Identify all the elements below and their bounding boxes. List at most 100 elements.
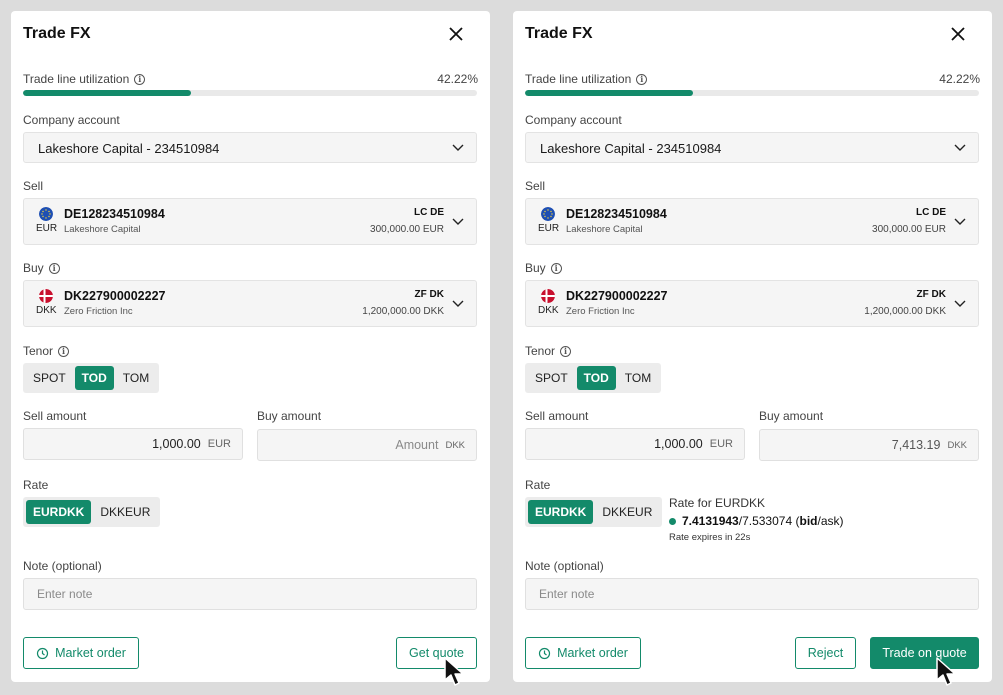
company-account-select[interactable]: Lakeshore Capital - 234510984 <box>23 132 477 163</box>
buy-amount-value: 7,413.19 <box>891 438 941 452</box>
rate-direction-toggle: EURDKK DKKEUR <box>23 497 161 527</box>
sell-amount-label: Sell amount <box>23 409 87 423</box>
rate-quote-line: 7.4131943/7.533074 (bid/ask) <box>669 514 844 528</box>
buy-currency: DKK <box>538 305 559 316</box>
buy-amount-input[interactable]: Amount DKK <box>257 429 477 461</box>
ask-label: /ask) <box>817 514 844 528</box>
utilization-progress-bar <box>525 90 979 96</box>
trade-fx-panel-quoted: Trade FX Trade line utilization i 42.22%… <box>513 11 992 686</box>
rate-quote-title: Rate for EURDKK <box>669 496 766 510</box>
buy-label-text: Buy <box>525 261 546 275</box>
buy-account-select[interactable]: DK227900002227 DKK Zero Friction Inc ZF … <box>525 280 979 327</box>
sell-amount-unit: EUR <box>207 438 231 450</box>
rate-expiry-text: Rate expires in 22s <box>669 532 751 543</box>
buy-amount-unit: DKK <box>445 439 465 451</box>
buy-amount-placeholder: Amount <box>395 438 439 452</box>
sell-amount-unit: EUR <box>709 438 733 450</box>
trade-fx-panel-initial: Trade FX Trade line utilization i 42.22%… <box>11 11 490 686</box>
sell-account-number: DE128234510984 <box>64 207 165 221</box>
eu-flag-icon <box>541 207 555 221</box>
market-order-button[interactable]: Market order <box>525 637 641 669</box>
buy-account-number: DK227900002227 <box>64 289 166 303</box>
buy-label: Buy i <box>525 261 562 275</box>
chevron-down-icon <box>954 144 966 151</box>
sell-account-holder: Lakeshore Capital <box>64 224 141 235</box>
tenor-label: Tenor i <box>525 344 572 358</box>
note-input[interactable]: Enter note <box>23 578 477 610</box>
company-account-select[interactable]: Lakeshore Capital - 234510984 <box>525 132 979 163</box>
dk-flag-icon <box>39 289 53 303</box>
tenor-label: Tenor i <box>23 344 70 358</box>
buy-account-select[interactable]: DK227900002227 DKK Zero Friction Inc ZF … <box>23 280 477 327</box>
sell-amount-value: 1,000.00 <box>152 437 201 451</box>
bid-label: bid <box>799 514 818 528</box>
sell-amount-input[interactable]: 1,000.00 EUR <box>525 428 745 460</box>
sell-currency: EUR <box>36 223 58 234</box>
utilization-label: Trade line utilization i <box>23 72 146 86</box>
market-order-label: Market order <box>55 646 126 660</box>
utilization-progress-fill <box>525 90 693 96</box>
buy-account-code: ZF DK <box>414 289 444 300</box>
tenor-option-tod[interactable]: TOD <box>576 366 616 390</box>
tenor-option-tom[interactable]: TOM <box>618 366 658 390</box>
rate-direction-toggle: EURDKK DKKEUR <box>525 497 663 527</box>
market-order-icon <box>36 647 49 659</box>
rate-quote-values: 7.4131943/7.533074 (bid/ask) <box>682 514 844 528</box>
sell-amount-input[interactable]: 1,000.00 EUR <box>23 428 243 460</box>
info-icon[interactable]: i <box>134 73 146 85</box>
sell-account-select[interactable]: DE128234510984 EUR Lakeshore Capital LC … <box>23 198 477 245</box>
info-icon[interactable]: i <box>48 262 60 274</box>
utilization-label: Trade line utilization i <box>525 72 648 86</box>
tenor-label-text: Tenor <box>23 344 54 358</box>
chevron-down-icon <box>452 218 464 225</box>
sell-account-code: LC DE <box>414 207 444 218</box>
tenor-toggle: SPOT TOD TOM <box>23 363 160 393</box>
rate-option-eurdkk[interactable]: EURDKK <box>528 500 594 524</box>
utilization-value: 42.22% <box>939 72 980 86</box>
buy-account-balance: 1,200,000.00 DKK <box>362 306 444 317</box>
chevron-down-icon <box>954 300 966 307</box>
sell-account-holder: Lakeshore Capital <box>566 224 643 235</box>
info-icon[interactable]: i <box>636 73 648 85</box>
reject-button[interactable]: Reject <box>795 637 856 669</box>
tenor-option-spot[interactable]: SPOT <box>26 366 73 390</box>
rate-label: Rate <box>525 478 551 492</box>
utilization-progress-bar <box>23 90 477 96</box>
utilization-label-text: Trade line utilization <box>525 72 632 86</box>
info-icon[interactable]: i <box>550 262 562 274</box>
utilization-value: 42.22% <box>437 72 478 86</box>
sell-label: Sell <box>525 179 546 193</box>
buy-account-holder: Zero Friction Inc <box>566 306 635 317</box>
close-icon[interactable] <box>447 25 465 43</box>
utilization-progress-fill <box>23 90 191 96</box>
sell-account-number: DE128234510984 <box>566 207 667 221</box>
buy-account-code: ZF DK <box>916 289 946 300</box>
rate-option-dkkeur[interactable]: DKKEUR <box>595 500 659 524</box>
dk-flag-icon <box>541 289 555 303</box>
sell-account-select[interactable]: DE128234510984 EUR Lakeshore Capital LC … <box>525 198 979 245</box>
company-account-label: Company account <box>23 113 120 127</box>
buy-label: Buy i <box>23 261 60 275</box>
rate-option-dkkeur[interactable]: DKKEUR <box>93 500 157 524</box>
tenor-option-tom[interactable]: TOM <box>116 366 156 390</box>
live-status-dot <box>669 517 676 525</box>
rate-option-eurdkk[interactable]: EURDKK <box>26 500 92 524</box>
market-order-button[interactable]: Market order <box>23 637 139 669</box>
sell-account-balance: 300,000.00 EUR <box>370 224 444 235</box>
close-icon[interactable] <box>949 25 967 43</box>
company-account-label: Company account <box>525 113 622 127</box>
tenor-option-spot[interactable]: SPOT <box>528 366 575 390</box>
info-icon[interactable]: i <box>58 345 70 357</box>
tenor-option-tod[interactable]: TOD <box>74 366 114 390</box>
info-icon[interactable]: i <box>560 345 572 357</box>
bid-rate: 7.4131943 <box>682 514 739 528</box>
trade-on-quote-button[interactable]: Trade on quote <box>870 637 979 669</box>
panel-title: Trade FX <box>23 25 91 42</box>
reject-label: Reject <box>807 646 844 660</box>
buy-amount-input[interactable]: 7,413.19 DKK <box>759 429 979 461</box>
note-label: Note (optional) <box>23 559 102 573</box>
chevron-down-icon <box>452 300 464 307</box>
panel-title: Trade FX <box>525 25 593 42</box>
note-input[interactable]: Enter note <box>525 578 979 610</box>
company-account-value: Lakeshore Capital - 234510984 <box>38 141 220 156</box>
